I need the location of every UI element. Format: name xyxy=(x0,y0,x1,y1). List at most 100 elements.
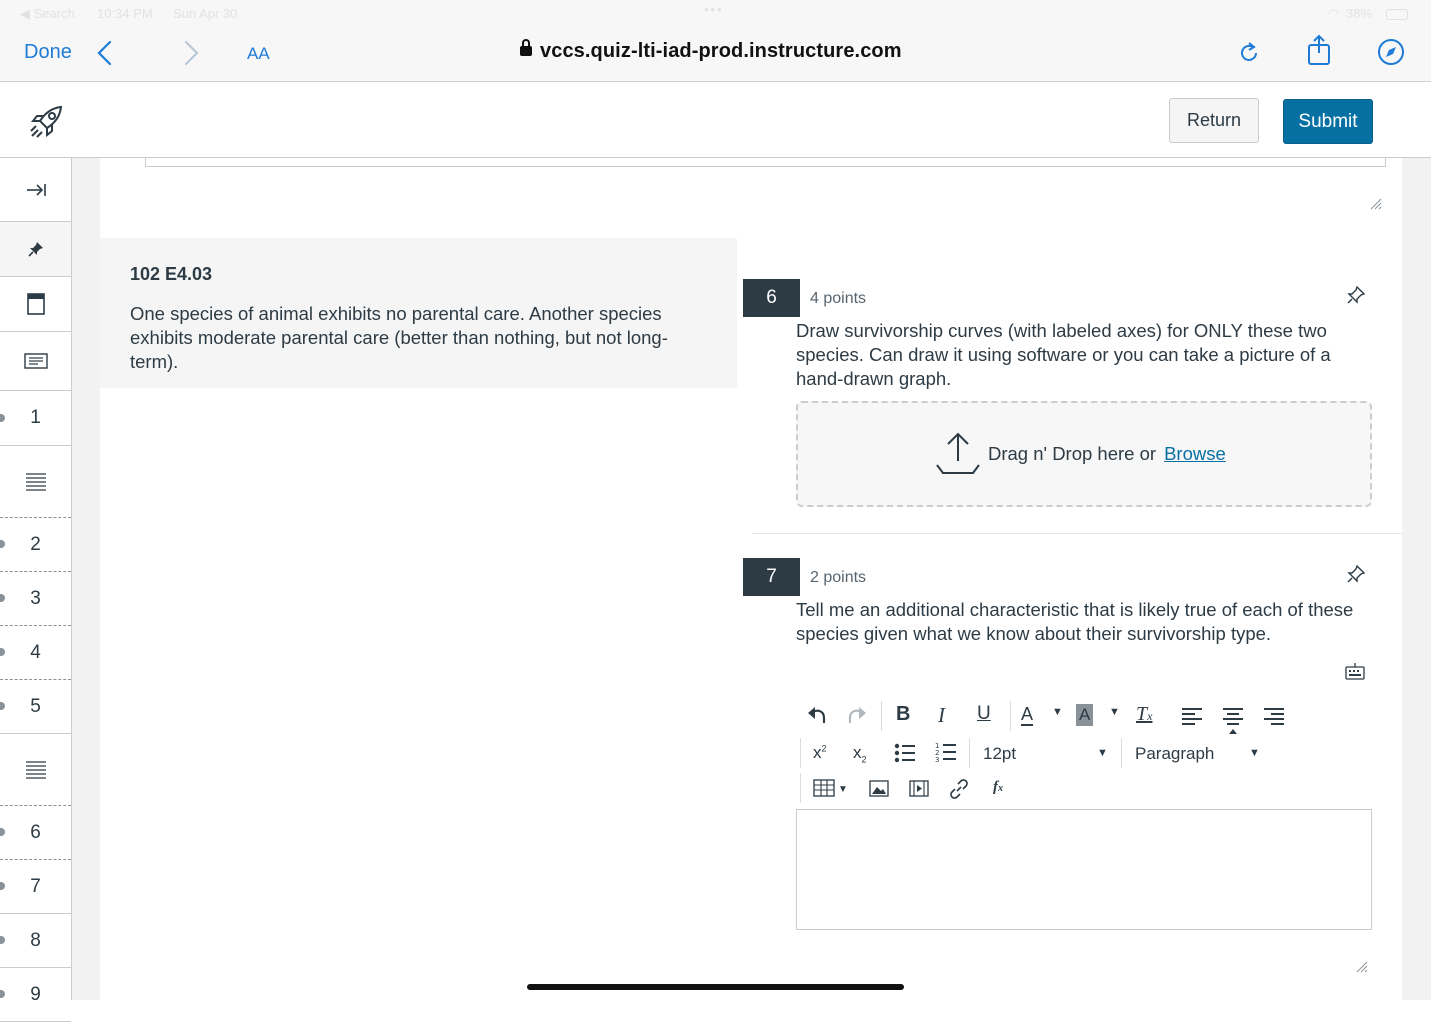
nav-question-3[interactable]: 3 xyxy=(0,572,71,626)
nav-question-5[interactable]: 5 xyxy=(0,680,71,734)
status-date: Sun Apr 30 xyxy=(173,6,238,21)
nav-question-9[interactable]: 9 xyxy=(0,968,71,1022)
link-icon[interactable] xyxy=(948,778,970,800)
align-left-icon[interactable] xyxy=(1181,707,1203,727)
browse-link[interactable]: Browse xyxy=(1164,443,1226,464)
battery-icon xyxy=(1386,9,1408,20)
chevron-down-icon[interactable]: ▼ xyxy=(1109,706,1120,718)
block-format-select[interactable]: Paragraph xyxy=(1135,744,1214,764)
nav-question-7[interactable]: 7 xyxy=(0,860,71,914)
nav-stimulus-item[interactable] xyxy=(0,277,71,332)
rocket-icon xyxy=(30,105,63,138)
compass-icon[interactable] xyxy=(1377,38,1405,66)
multitask-dots[interactable]: ••• xyxy=(704,2,724,17)
quiz-card: 102 E4.03 One species of animal exhibits… xyxy=(100,158,1402,1000)
file-upload-dropzone[interactable]: Drag n' Drop here or Browse xyxy=(796,401,1372,507)
nav-question-1[interactable]: 1 xyxy=(0,391,71,446)
text-size-button[interactable]: AA xyxy=(247,44,270,64)
previous-answer-box xyxy=(145,158,1386,167)
clear-formatting-icon[interactable]: Tx xyxy=(1136,703,1152,726)
answer-text-editor[interactable] xyxy=(796,809,1372,930)
arrow-to-right-icon xyxy=(26,183,46,196)
nav-stimulus-group-2[interactable] xyxy=(0,734,71,806)
italic-icon[interactable]: I xyxy=(938,703,945,728)
text-lines-icon xyxy=(25,472,46,491)
align-right-icon[interactable] xyxy=(1263,707,1285,727)
stimulus-panel: 102 E4.03 One species of animal exhibits… xyxy=(100,238,737,388)
reload-icon[interactable] xyxy=(1237,40,1261,66)
question-points: 2 points xyxy=(810,569,867,586)
chevron-down-icon[interactable]: ▼ xyxy=(1249,747,1260,759)
upload-icon xyxy=(936,432,980,474)
forward-chevron-icon[interactable] xyxy=(182,40,200,66)
upload-prompt-text: Drag n' Drop here or xyxy=(988,443,1157,464)
media-icon[interactable] xyxy=(909,780,929,798)
wifi-icon: ◠ xyxy=(1328,6,1340,21)
keyboard-shortcuts-icon[interactable] xyxy=(1345,663,1365,681)
battery-percent: 38% xyxy=(1346,6,1373,21)
nav-question-8[interactable]: 8 xyxy=(0,914,71,968)
question-number: 7 xyxy=(743,558,800,596)
bullet-list-icon[interactable] xyxy=(894,743,916,763)
document-icon xyxy=(26,293,45,315)
svg-text:3: 3 xyxy=(935,756,939,763)
nav-stimulus-group[interactable] xyxy=(0,446,71,518)
return-button[interactable]: Return xyxy=(1169,98,1259,143)
background-color-icon[interactable]: A xyxy=(1076,704,1094,726)
superscript-icon[interactable]: x2 xyxy=(813,743,827,763)
address-bar[interactable]: vccs.quiz-lti-iad-prod.instructure.com xyxy=(520,39,902,63)
home-indicator xyxy=(527,984,904,990)
back-chevron-icon[interactable] xyxy=(96,40,114,66)
chevron-down-icon[interactable]: ▼ xyxy=(1052,706,1063,718)
chevron-down-icon[interactable]: ▼ xyxy=(838,784,848,795)
align-center-icon[interactable] xyxy=(1222,707,1244,735)
nav-question-2[interactable]: 2 xyxy=(0,518,71,572)
question-nav-rail: 1 2 3 4 5 6 7 8 9 xyxy=(0,158,72,1022)
passage-icon xyxy=(23,353,48,369)
lock-icon xyxy=(520,39,532,56)
toolbar-separator xyxy=(969,738,970,768)
undo-icon[interactable] xyxy=(806,704,828,726)
toolbar-separator xyxy=(1121,738,1122,768)
quiz-header: Return Submit xyxy=(0,82,1431,158)
share-icon[interactable] xyxy=(1306,34,1332,66)
quiz-main: 102 E4.03 One species of animal exhibits… xyxy=(72,158,1431,1000)
nav-question-4[interactable]: 4 xyxy=(0,626,71,680)
nav-question-6[interactable]: 6 xyxy=(0,806,71,860)
nav-passage-item[interactable] xyxy=(0,332,71,391)
equation-icon[interactable]: fx xyxy=(993,779,1003,796)
question-points: 4 points xyxy=(810,290,867,307)
pin-question-icon[interactable] xyxy=(1346,285,1366,305)
status-time: 10:34 PM xyxy=(97,6,153,21)
text-lines-icon xyxy=(25,760,46,779)
question-text: Draw survivorship curves (with labeled a… xyxy=(796,320,1331,389)
text-color-icon[interactable]: A xyxy=(1021,704,1034,726)
pinned-questions-button[interactable] xyxy=(0,222,71,277)
done-button[interactable]: Done xyxy=(24,41,72,64)
toolbar-separator xyxy=(1010,701,1011,731)
question-divider xyxy=(752,533,1402,534)
stimulus-title: 102 E4.03 xyxy=(130,264,213,284)
table-icon[interactable] xyxy=(813,779,835,797)
stimulus-text: One species of animal exhibits no parent… xyxy=(130,303,668,372)
pin-icon xyxy=(27,242,43,257)
resize-handle-icon[interactable] xyxy=(1370,198,1382,210)
url-text: vccs.quiz-lti-iad-prod.instructure.com xyxy=(540,40,902,62)
status-bar: ◀ Search 10:34 PM Sun Apr 30 ••• ◠ 38% xyxy=(0,0,1431,28)
upload-prompt: Drag n' Drop here or Browse xyxy=(988,443,1226,465)
submit-button[interactable]: Submit xyxy=(1283,99,1373,144)
toolbar-separator xyxy=(800,773,801,803)
subscript-icon[interactable]: x2 xyxy=(853,743,867,764)
redo-icon[interactable] xyxy=(846,704,868,726)
underline-icon[interactable]: U xyxy=(977,703,991,725)
status-back-label[interactable]: ◀ Search xyxy=(20,6,75,22)
chevron-down-icon[interactable]: ▼ xyxy=(1097,747,1108,759)
expand-nav-button[interactable] xyxy=(0,158,71,222)
numbered-list-icon[interactable]: 1 2 3 xyxy=(935,741,957,763)
resize-handle-icon[interactable] xyxy=(1356,961,1368,973)
image-icon[interactable] xyxy=(869,780,889,798)
question-text: Tell me an additional characteristic tha… xyxy=(796,599,1354,644)
font-size-select[interactable]: 12pt xyxy=(983,744,1016,764)
pin-question-icon[interactable] xyxy=(1346,564,1366,584)
bold-icon[interactable]: B xyxy=(896,703,910,726)
